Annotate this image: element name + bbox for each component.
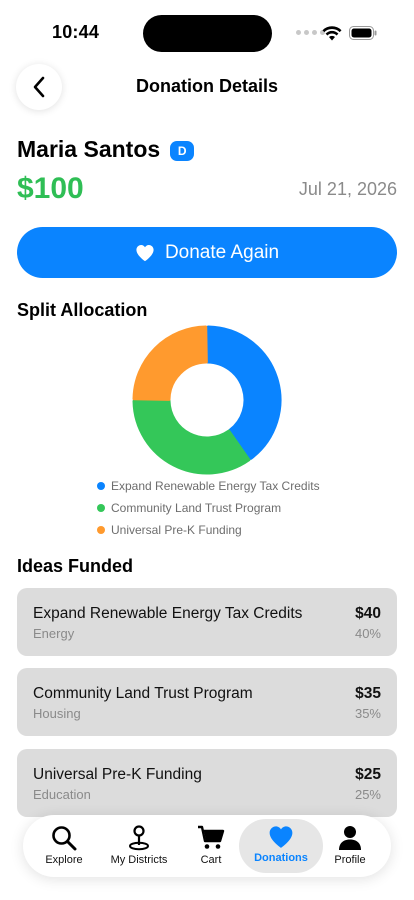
donut-slice-housing (132, 399, 251, 475)
idea-card[interactable]: Expand Renewable Energy Tax Credits Ener… (17, 588, 397, 656)
legend-dot (97, 482, 105, 490)
idea-amount: $25 (355, 766, 381, 783)
idea-card[interactable]: Community Land Trust Program Housing $35… (17, 668, 397, 736)
tab-donations[interactable]: Donations (239, 819, 323, 873)
legend-dot (97, 526, 105, 534)
donate-again-button[interactable]: Donate Again (17, 227, 397, 278)
battery-icon (349, 26, 377, 40)
donor-row: Maria Santos D (17, 136, 195, 163)
tab-label: Donations (254, 852, 308, 864)
idea-amount: $40 (355, 605, 381, 622)
status-time: 10:44 (52, 22, 100, 42)
person-icon (339, 826, 361, 850)
donation-amount: $100 (17, 172, 84, 205)
idea-amount: $35 (355, 685, 381, 702)
idea-title: Expand Renewable Energy Tax Credits (33, 605, 303, 622)
idea-card[interactable]: Universal Pre-K Funding Education $25 25… (17, 749, 397, 817)
idea-category: Education (33, 787, 91, 802)
tab-label: My Districts (110, 854, 168, 866)
idea-percent: 25% (354, 787, 381, 802)
donor-name: Maria Santos (17, 136, 161, 162)
idea-title: Universal Pre-K Funding (33, 766, 202, 783)
tab-profile[interactable]: Profile (323, 819, 377, 873)
split-allocation-title: Split Allocation (17, 300, 148, 320)
allocation-donut-chart (132, 325, 282, 475)
tab-label: Cart (200, 854, 222, 866)
dynamic-island (143, 15, 272, 52)
page-title: Donation Details (135, 76, 278, 96)
legend-item-housing: Community Land Trust Program (97, 497, 320, 519)
ideas-funded-title: Ideas Funded (17, 556, 134, 576)
tab-bar: Explore My Districts Cart Donations Prof… (23, 815, 391, 877)
legend-item-energy: Expand Renewable Energy Tax Credits (97, 475, 320, 497)
search-icon (52, 826, 77, 851)
idea-title: Community Land Trust Program (33, 685, 253, 702)
donate-again-label: Donate Again (164, 241, 280, 263)
tab-explore[interactable]: Explore (33, 819, 95, 873)
heart-icon (269, 826, 293, 848)
heart-icon (136, 244, 154, 261)
idea-category: Energy (33, 626, 75, 641)
legend-item-education: Universal Pre-K Funding (97, 519, 320, 541)
legend-dot (97, 504, 105, 512)
legend-label: Universal Pre-K Funding (111, 523, 242, 537)
legend-label: Expand Renewable Energy Tax Credits (111, 479, 320, 493)
wifi-icon (322, 26, 342, 41)
tab-cart[interactable]: Cart (183, 819, 239, 873)
donut-slice-education (132, 325, 208, 401)
cellular-signal-icon (296, 30, 325, 35)
cart-icon (198, 825, 225, 849)
tab-label: Profile (334, 854, 366, 866)
idea-percent: 35% (354, 706, 381, 721)
tab-my-districts[interactable]: My Districts (101, 819, 177, 873)
chart-legend: Expand Renewable Energy Tax Credits Comm… (97, 475, 320, 541)
donation-date: Jul 21, 2026 (298, 179, 397, 199)
map-pin-icon (129, 825, 149, 851)
idea-category: Housing (33, 706, 81, 721)
idea-percent: 40% (354, 626, 381, 641)
party-badge: D (170, 140, 195, 161)
tab-label: Explore (45, 854, 83, 866)
legend-label: Community Land Trust Program (111, 501, 282, 515)
status-bar: 10:44 (0, 0, 414, 60)
